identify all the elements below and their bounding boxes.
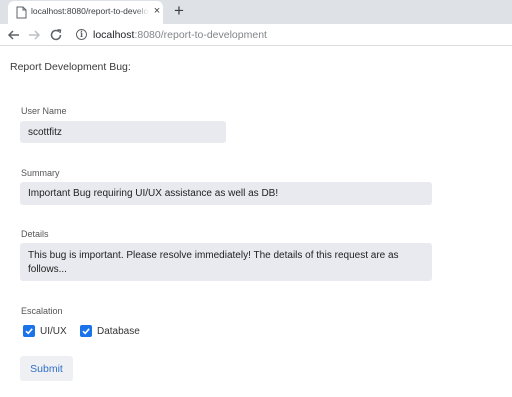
- forward-arrow-icon[interactable]: [26, 27, 42, 43]
- escalation-label: Escalation: [21, 306, 63, 316]
- details-textarea[interactable]: This bug is important. Please resolve im…: [20, 243, 432, 281]
- page-icon: [16, 6, 27, 19]
- summary-label: Summary: [21, 168, 60, 178]
- tab-title: localhost:8080/report-to-development: [31, 6, 149, 16]
- uiux-checkbox-label[interactable]: UI/UX: [40, 325, 67, 338]
- browser-tab[interactable]: localhost:8080/report-to-development ×: [8, 1, 163, 24]
- user-name-input[interactable]: scottfitz: [20, 121, 226, 143]
- page-title: Report Development Bug:: [10, 61, 131, 73]
- url-text[interactable]: localhost:8080/report-to-development: [93, 29, 267, 41]
- summary-input[interactable]: Important Bug requiring UI/UX assistance…: [20, 182, 432, 205]
- close-icon[interactable]: ×: [151, 5, 163, 17]
- database-checkbox-label[interactable]: Database: [97, 325, 140, 338]
- new-tab-button[interactable]: +: [171, 2, 187, 20]
- back-arrow-icon[interactable]: [6, 27, 22, 43]
- tab-strip: localhost:8080/report-to-development × +: [0, 0, 512, 24]
- checkmark-icon: [25, 328, 33, 335]
- url-host: localhost: [93, 29, 135, 41]
- summary-value: Important Bug requiring UI/UX assistance…: [28, 188, 279, 199]
- url-path: :8080/report-to-development: [134, 29, 267, 41]
- address-bar[interactable]: i localhost:8080/report-to-development: [68, 26, 512, 44]
- submit-button[interactable]: Submit: [20, 356, 73, 381]
- user-name-value: scottfitz: [28, 126, 62, 138]
- details-value: This bug is important. Please resolve im…: [28, 250, 399, 275]
- checkmark-icon: [82, 328, 90, 335]
- reload-icon[interactable]: [48, 27, 64, 43]
- uiux-checkbox[interactable]: [23, 325, 35, 337]
- database-checkbox[interactable]: [80, 325, 92, 337]
- info-icon[interactable]: i: [76, 29, 87, 40]
- user-name-label: User Name: [21, 106, 67, 116]
- browser-toolbar: i localhost:8080/report-to-development: [0, 24, 512, 46]
- details-label: Details: [21, 229, 49, 239]
